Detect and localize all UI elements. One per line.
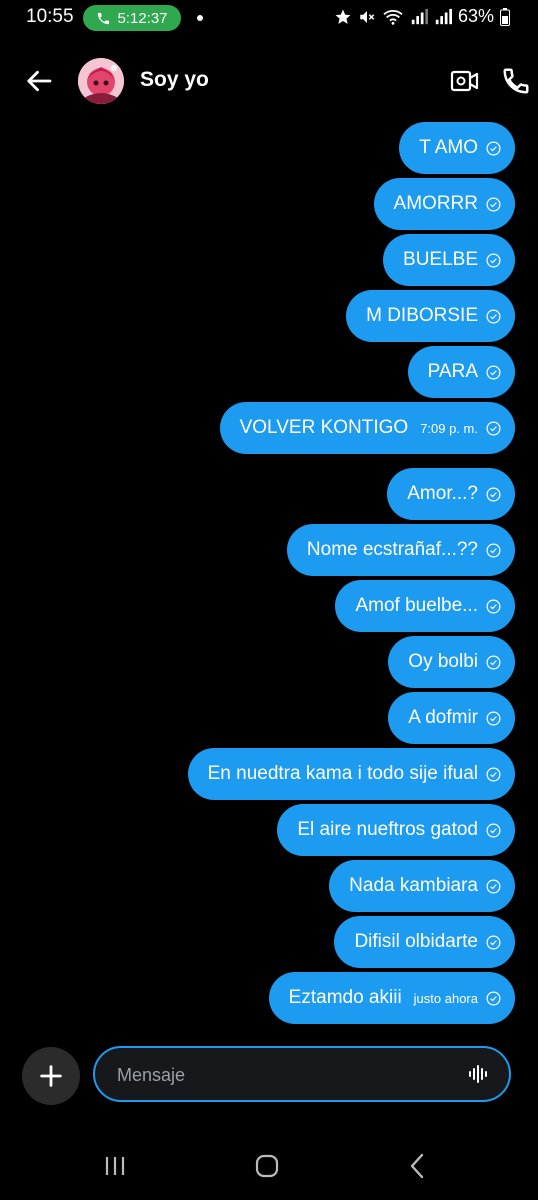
sent-check-icon	[486, 935, 501, 949]
message-bubble[interactable]: A dofmir	[388, 692, 515, 744]
message-row: Amor...?	[0, 468, 538, 520]
sent-check-icon	[486, 365, 501, 379]
sent-check-icon	[486, 141, 501, 155]
message-row: Nada kambiara	[0, 860, 538, 912]
message-bubble[interactable]: Eztamdo akiii justo ahora	[268, 972, 515, 1024]
message-row: Eztamdo akiii justo ahora	[0, 972, 538, 1024]
message-text: Eztamdo akiii	[288, 987, 402, 1008]
message-text: Difisil olbidarte	[354, 931, 478, 952]
message-row: Nome ecstrañaf...??	[0, 524, 538, 576]
nav-back-icon[interactable]	[404, 1152, 430, 1180]
status-time: 10:55	[26, 6, 74, 27]
message-bubble[interactable]: AMORRR	[373, 178, 515, 230]
battery-icon	[500, 7, 510, 26]
message-bubble[interactable]: Nome ecstrañaf...??	[286, 524, 515, 576]
chat-header: Soy yo	[0, 48, 538, 112]
sent-check-icon	[486, 197, 501, 211]
sent-check-icon	[486, 879, 501, 893]
message-bubble[interactable]: En nuedtra kama i todo sije ifual	[187, 748, 515, 800]
wifi-icon	[383, 9, 403, 25]
video-call-icon[interactable]	[450, 68, 480, 94]
home-icon[interactable]	[254, 1153, 280, 1179]
message-text: Nada kambiara	[349, 875, 478, 896]
status-bar: 10:55 5:12:37 63%	[0, 0, 538, 36]
message-text: En nuedtra kama i todo sije ifual	[207, 763, 478, 784]
message-row: VOLVER KONTIGO 7:09 p. m.	[0, 402, 538, 454]
message-bubble[interactable]: Nada kambiara	[329, 860, 515, 912]
message-row: El aire nueftros gatod	[0, 804, 538, 856]
message-row: Difisil olbidarte	[0, 916, 538, 968]
message-bubble[interactable]: BUELBE	[383, 234, 515, 286]
plus-icon	[40, 1065, 62, 1087]
message-text: Amof buelbe...	[355, 595, 478, 616]
notification-dot	[197, 15, 203, 21]
message-composer	[0, 1045, 538, 1105]
phone-call-icon	[98, 12, 110, 24]
message-row: M DIBORSIE	[0, 290, 538, 342]
message-row: AMORRR	[0, 178, 538, 230]
message-bubble[interactable]: Amor...?	[387, 468, 515, 520]
message-text: T AMO	[419, 137, 478, 158]
recent-apps-icon[interactable]	[102, 1154, 128, 1178]
avatar-image	[78, 58, 124, 104]
phone-icon[interactable]	[501, 66, 531, 96]
sent-check-icon	[486, 599, 501, 613]
sent-check-icon	[486, 421, 501, 435]
message-bubble[interactable]: Difisil olbidarte	[334, 916, 515, 968]
message-text: M DIBORSIE	[366, 305, 478, 326]
signal-icon	[411, 8, 428, 24]
battery-percent: 63%	[457, 6, 494, 26]
message-text: El aire nueftros gatod	[297, 819, 478, 840]
call-duration: 5:12:37	[117, 9, 168, 27]
message-row: PARA	[0, 346, 538, 398]
message-row: Oy bolbi	[0, 636, 538, 688]
message-text: AMORRR	[393, 193, 478, 214]
sent-check-icon	[486, 487, 501, 501]
voice-message-icon[interactable]	[467, 1062, 491, 1086]
system-nav-bar	[0, 1140, 538, 1190]
message-time: 7:09 p. m.	[420, 420, 478, 436]
message-input[interactable]	[115, 1048, 449, 1102]
message-row: A dofmir	[0, 692, 538, 744]
sent-check-icon	[486, 655, 501, 669]
status-icons: 63%	[334, 6, 510, 27]
sent-check-icon	[486, 767, 501, 781]
message-text: Amor...?	[407, 483, 478, 504]
message-row: En nuedtra kama i todo sije ifual	[0, 748, 538, 800]
message-input-container[interactable]	[93, 1046, 511, 1102]
sent-check-icon	[486, 991, 501, 1005]
message-bubble[interactable]: T AMO	[399, 122, 515, 174]
message-text: Nome ecstrañaf...??	[306, 539, 478, 560]
add-attachment-button[interactable]	[22, 1047, 80, 1105]
message-bubble[interactable]: Amof buelbe...	[335, 580, 515, 632]
message-bubble[interactable]: Oy bolbi	[388, 636, 515, 688]
signal-icon-2	[435, 8, 452, 24]
message-text: BUELBE	[403, 249, 478, 270]
message-row: BUELBE	[0, 234, 538, 286]
ongoing-call-chip[interactable]: 5:12:37	[83, 5, 181, 31]
message-text: VOLVER KONTIGO	[239, 417, 409, 438]
sent-check-icon	[486, 309, 501, 323]
star-icon	[335, 9, 351, 24]
contact-name[interactable]: Soy yo	[140, 68, 209, 92]
message-bubble[interactable]: PARA	[407, 346, 515, 398]
message-time: justo ahora	[413, 990, 478, 1006]
sent-check-icon	[486, 823, 501, 837]
message-text: Oy bolbi	[408, 651, 478, 672]
message-row: T AMO	[0, 122, 538, 174]
message-text: PARA	[427, 361, 478, 382]
avatar[interactable]	[78, 58, 124, 104]
sent-check-icon	[486, 543, 501, 557]
message-bubble[interactable]: VOLVER KONTIGO 7:09 p. m.	[219, 402, 515, 454]
message-text: A dofmir	[408, 707, 478, 728]
mute-icon	[360, 10, 375, 23]
message-list[interactable]: T AMO AMORRR BUELBE M DIBORSIE PARA VOLV…	[0, 122, 538, 1028]
message-bubble[interactable]: M DIBORSIE	[346, 290, 515, 342]
sent-check-icon	[486, 711, 501, 725]
back-arrow-icon[interactable]	[25, 66, 55, 96]
sent-check-icon	[486, 253, 501, 267]
message-bubble[interactable]: El aire nueftros gatod	[277, 804, 515, 856]
message-row: Amof buelbe...	[0, 580, 538, 632]
